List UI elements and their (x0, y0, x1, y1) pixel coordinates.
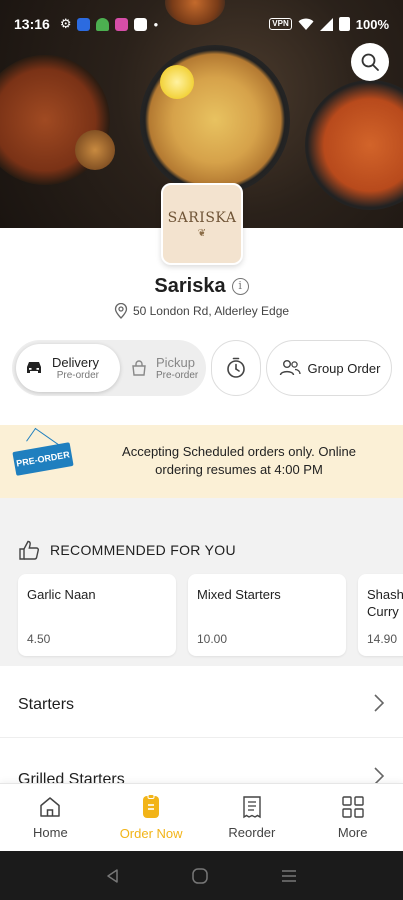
pickup-label: Pickup (156, 354, 196, 370)
pre-order-sign-icon: PRE-ORDER (12, 442, 74, 476)
system-navigation-bar (0, 851, 403, 900)
group-icon (279, 360, 301, 376)
item-name: Shashlik Curry (367, 587, 403, 619)
order-mode-toggle: Delivery Pre-order Pickup Pre-order (12, 340, 206, 396)
recommended-item-card[interactable]: Shashlik Curry 14.90 (358, 574, 403, 656)
chevron-right-icon (374, 767, 385, 783)
item-name: Mixed Starters (197, 587, 281, 602)
nav-more[interactable]: More (302, 784, 403, 851)
category-label: Grilled Starters (18, 771, 125, 783)
restaurant-title: Sariska i (0, 275, 403, 298)
car-icon (27, 362, 41, 373)
restaurant-address: 50 London Rd, Alderley Edge (0, 303, 403, 319)
receipt-icon (243, 796, 261, 819)
nav-home[interactable]: Home (0, 784, 101, 851)
nav-label: More (337, 825, 368, 840)
home-circle-icon[interactable] (191, 867, 209, 885)
status-bar: 13:16 ⚙ ● VPN 100% (0, 0, 403, 48)
app-notification-icon (115, 17, 129, 31)
section-divider (0, 498, 403, 520)
category-label: Starters (18, 696, 75, 713)
item-name: Garlic Naan (27, 587, 96, 602)
chevron-right-icon (374, 694, 385, 712)
vpn-icon: VPN (269, 18, 292, 30)
item-price: 14.90 (367, 632, 398, 646)
home-icon (40, 797, 61, 817)
recents-icon[interactable] (280, 868, 298, 884)
nav-label: Reorder (228, 825, 276, 840)
back-icon[interactable] (105, 868, 121, 884)
signal-icon (319, 17, 333, 31)
food-plate-image (140, 45, 290, 195)
schedule-button[interactable] (211, 340, 261, 396)
status-indicators: VPN 100% (269, 17, 389, 32)
nav-label: Home (33, 825, 68, 840)
settings-icon: ⚙ (59, 16, 72, 31)
logo-ornament-icon: ❦ (197, 227, 207, 239)
group-order-button[interactable]: Group Order (266, 340, 392, 396)
android-icon (96, 17, 110, 31)
item-price: 4.50 (27, 632, 51, 646)
app-notification-icon (77, 17, 91, 31)
bottom-navigation: Home Order Now Reorder More (0, 783, 403, 851)
restaurant-logo: SARISKA ❦ (161, 183, 243, 265)
thumbs-up-icon (19, 540, 39, 560)
app-notification-icon (134, 17, 148, 31)
recommended-item-card[interactable]: Mixed Starters 10.00 (188, 574, 346, 656)
search-icon (361, 53, 379, 71)
recommended-item-card[interactable]: Garlic Naan 4.50 (18, 574, 176, 656)
restaurant-name: Sariska (154, 275, 226, 297)
food-plate-image (305, 80, 403, 210)
status-time: 13:16 (14, 16, 50, 32)
wifi-icon (298, 18, 314, 30)
address-text: 50 London Rd, Alderley Edge (132, 304, 290, 318)
nav-label: Order Now (119, 826, 183, 841)
recommended-header: RECOMMENDED FOR YOU (18, 540, 236, 560)
search-button[interactable] (351, 43, 389, 81)
scheduled-orders-banner: PRE-ORDER Accepting Scheduled orders onl… (0, 425, 403, 498)
category-row-grilled-starters[interactable]: Grilled Starters (0, 738, 403, 783)
battery-icon (338, 17, 350, 31)
delivery-label: Delivery (52, 354, 99, 370)
lemon-slice-image (160, 65, 194, 99)
delivery-option[interactable]: Delivery Pre-order (16, 344, 120, 392)
pickup-option[interactable]: Pickup Pre-order (124, 344, 204, 392)
timer-icon (227, 357, 245, 378)
category-row-starters[interactable]: Starters (0, 672, 403, 738)
battery-percent: 100% (355, 16, 389, 32)
banner-message: Accepting Scheduled orders only. Online … (122, 444, 356, 477)
logo-text: SARISKA (167, 209, 237, 226)
food-plate-image (75, 130, 115, 170)
location-pin-icon (114, 303, 128, 319)
dot-icon: ● (153, 19, 159, 29)
info-icon[interactable]: i (231, 278, 249, 295)
item-price: 10.00 (197, 632, 228, 646)
grid-icon (341, 796, 364, 818)
recommended-heading: RECOMMENDED FOR YOU (50, 542, 236, 558)
order-now-icon (143, 794, 160, 818)
pre-order-sign-text: PRE-ORDER (15, 449, 71, 469)
delivery-sublabel: Pre-order (56, 369, 99, 381)
nav-reorder[interactable]: Reorder (202, 784, 303, 851)
nav-order-now[interactable]: Order Now (101, 784, 202, 851)
group-order-label: Group Order (307, 360, 381, 376)
shopping-bag-icon (132, 360, 146, 376)
pickup-sublabel: Pre-order (156, 369, 199, 381)
